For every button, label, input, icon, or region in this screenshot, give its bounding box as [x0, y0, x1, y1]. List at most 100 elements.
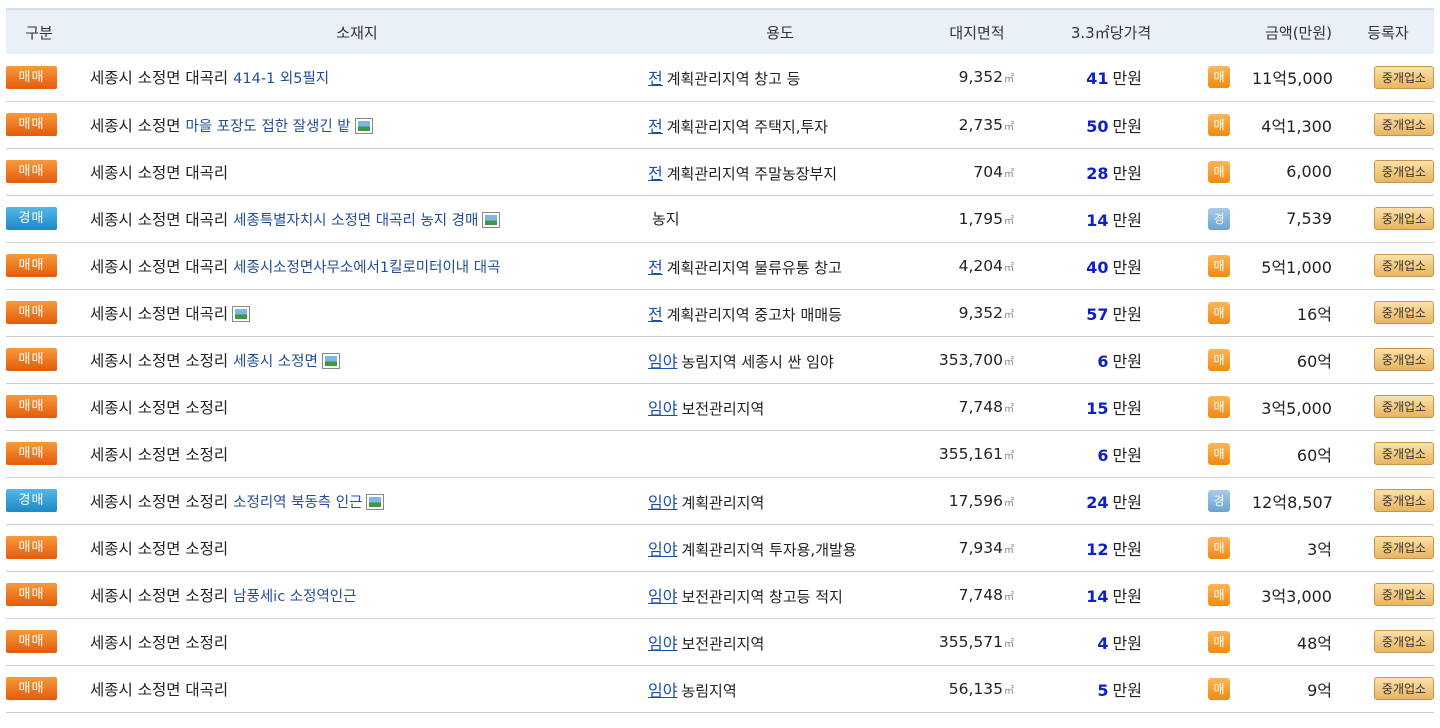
sale-type-badge[interactable]: 매매	[6, 65, 57, 89]
table-row[interactable]: 매매 세종시 소정면 대곡리 전 계획관리지역 주말농장부지 704㎡ 28 만원 매 6,00…	[6, 148, 1434, 195]
location-cell[interactable]: 세종시 소정면 마을 포장도 접한 잘생긴 밭	[72, 101, 642, 148]
location-cell[interactable]: 세종시 소정면 소정리	[72, 524, 642, 571]
location-cell[interactable]: 세종시 소정면 소정리 소정리역 북동측 인근	[72, 477, 642, 524]
broker-badge[interactable]: 중개업소	[1374, 254, 1434, 277]
sale-type-badge[interactable]: 매매	[6, 442, 57, 465]
land-category-link[interactable]: 전	[648, 117, 663, 136]
listing-title-link[interactable]: 소정리역 북동측 인근	[233, 495, 362, 511]
location-cell[interactable]: 세종시 소정면 대곡리	[72, 148, 642, 195]
sale-type-badge[interactable]: 매매	[6, 254, 57, 277]
header-area: 대지면적	[949, 23, 1005, 42]
broker-badge[interactable]: 중개업소	[1374, 348, 1434, 371]
broker-badge[interactable]: 중개업소	[1374, 207, 1434, 230]
table-row[interactable]: 매매 세종시 소정면 소정리 세종시 소정면 임야 농림지역 세종시 싼 임야 353,…	[6, 336, 1434, 383]
sale-type-badge[interactable]: 매매	[6, 583, 57, 606]
location-cell[interactable]: 세종시 소정면 소정리 세종시 소정면	[72, 336, 642, 383]
sale-type-badge[interactable]: 매매	[6, 677, 57, 700]
area-unit: ㎡	[1004, 403, 1014, 415]
broker-badge[interactable]: 중개업소	[1374, 160, 1434, 183]
sale-type-badge[interactable]: 매매	[6, 348, 57, 371]
land-category-link[interactable]: 임야	[648, 587, 677, 606]
photo-icon[interactable]	[482, 211, 501, 228]
sale-type-badge[interactable]: 매매	[6, 630, 57, 653]
land-category-link[interactable]: 임야	[648, 352, 677, 371]
broker-badge[interactable]: 중개업소	[1374, 301, 1434, 324]
sale-type-badge[interactable]: 매매	[6, 113, 57, 136]
land-category-link[interactable]: 임야	[648, 399, 677, 418]
land-category-link[interactable]: 전	[648, 258, 663, 277]
broker-badge[interactable]: 중개업소	[1374, 113, 1434, 136]
table-row[interactable]: 매매 세종시 소정면 소정리 임야 계획관리지역 투자용,개발용 7,934㎡ 12 만원 매…	[6, 524, 1434, 571]
type-cell: 매매	[6, 571, 72, 618]
photo-icon[interactable]	[354, 117, 373, 134]
location-cell[interactable]: 세종시 소정면 대곡리 세종시소정면사무소에서1킬로미터이내 대곡	[72, 242, 642, 289]
land-category-link[interactable]: 전	[648, 305, 663, 324]
location-cell[interactable]: 세종시 소정면 대곡리 세종특별자치시 소정면 대곡리 농지 경매	[72, 195, 642, 242]
sale-type-badge[interactable]: 매매	[6, 536, 57, 559]
listing-title-link[interactable]: 마을 포장도 접한 잘생긴 밭	[185, 119, 350, 135]
location-text: 세종시 소정면 대곡리	[90, 257, 229, 276]
sale-type-badge[interactable]: 매매	[6, 301, 57, 324]
usage-cell: 임야 농림지역 세종시 싼 임야	[642, 336, 918, 383]
table-row[interactable]: 매매 세종시 소정면 소정리 임야 보전관리지역 355,571㎡ 4 만원 매 48억 중개업소	[6, 618, 1434, 665]
area-unit: ㎡	[1004, 121, 1014, 133]
location-cell[interactable]: 세종시 소정면 소정리 남풍세ic 소정역인근	[72, 571, 642, 618]
price-per-cell: 12 만원	[1036, 524, 1186, 571]
photo-icon[interactable]	[232, 305, 251, 322]
broker-badge[interactable]: 중개업소	[1374, 536, 1434, 559]
amount-cell: 60억	[1252, 336, 1342, 383]
table-row[interactable]: 매매 세종시 소정면 대곡리 세종시소정면사무소에서1킬로미터이내 대곡 전 계획관리…	[6, 242, 1434, 289]
sale-type-badge[interactable]: 매매	[6, 160, 57, 183]
land-category-link[interactable]: 임야	[648, 634, 677, 653]
price-per-value: 40	[1086, 257, 1109, 277]
price-per-value: 4	[1097, 633, 1109, 653]
table-row[interactable]: 매매 세종시 소정면 대곡리 임야 농림지역 56,135㎡ 5 만원 매 9억 중개업소	[6, 665, 1434, 712]
table-row[interactable]: 매매 세종시 소정면 소정리 임야 보전관리지역 7,748㎡ 15 만원 매 3억5,000 중…	[6, 383, 1434, 430]
usage-cell: 임야 계획관리지역	[642, 477, 918, 524]
land-category-link[interactable]: 임야	[648, 540, 677, 559]
price-per-cell: 28 만원	[1036, 148, 1186, 195]
table-row[interactable]: 매매 세종시 소정면 소정리 355,161㎡ 6 만원 매 60억 중개업소	[6, 430, 1434, 477]
location-cell[interactable]: 세종시 소정면 소정리	[72, 618, 642, 665]
table-row[interactable]: 매매 세종시 소정면 대곡리 전 계획관리지역 중고차 매매등 9,352㎡ 57 만원 매 1…	[6, 289, 1434, 336]
photo-icon[interactable]	[321, 352, 340, 369]
table-row[interactable]: 경매 세종시 소정면 소정리 소정리역 북동측 인근 임야 계획관리지역 17,596㎡…	[6, 477, 1434, 524]
table-row[interactable]: 매매 세종시 소정면 소정리 남풍세ic 소정역인근 임야 보전관리지역 창고등 적지…	[6, 571, 1434, 618]
listing-title-link[interactable]: 세종특별자치시 소정면 대곡리 농지 경매	[233, 213, 478, 229]
auction-type-badge[interactable]: 경매	[6, 207, 57, 230]
listing-title-link[interactable]: 세종시 소정면	[233, 354, 318, 370]
location-cell[interactable]: 세종시 소정면 소정리	[72, 430, 642, 477]
broker-badge[interactable]: 중개업소	[1374, 677, 1434, 700]
land-category-link[interactable]: 임야	[648, 681, 677, 700]
broker-badge[interactable]: 중개업소	[1374, 65, 1434, 89]
area-unit: ㎡	[1004, 356, 1014, 368]
type-cell: 매매	[6, 148, 72, 195]
location-cell[interactable]: 세종시 소정면 대곡리 414-1 외5필지	[72, 54, 642, 101]
table-row[interactable]: 매매 세종시 소정면 마을 포장도 접한 잘생긴 밭 전 계획관리지역 주택지,투자 2…	[6, 101, 1434, 148]
area-unit: ㎡	[1004, 544, 1014, 556]
listing-title-link[interactable]: 남풍세ic 소정역인근	[233, 589, 356, 605]
location-cell[interactable]: 세종시 소정면 대곡리	[72, 665, 642, 712]
photo-icon[interactable]	[366, 493, 385, 510]
listing-title-link[interactable]: 세종시소정면사무소에서1킬로미터이내 대곡	[233, 260, 500, 276]
location-cell[interactable]: 세종시 소정면 소정리	[72, 383, 642, 430]
broker-badge[interactable]: 중개업소	[1374, 395, 1434, 418]
land-category-link[interactable]: 임야	[648, 493, 677, 512]
usage-cell: 임야 보전관리지역 창고등 적지	[642, 571, 918, 618]
area-unit: ㎡	[1004, 168, 1014, 180]
broker-badge[interactable]: 중개업소	[1374, 583, 1434, 606]
auction-type-badge[interactable]: 경매	[6, 489, 57, 512]
land-category-link[interactable]: 전	[648, 164, 663, 183]
broker-badge[interactable]: 중개업소	[1374, 630, 1434, 653]
location-cell[interactable]: 세종시 소정면 대곡리	[72, 289, 642, 336]
listing-title-link[interactable]: 414-1 외5필지	[233, 71, 329, 87]
broker-badge[interactable]: 중개업소	[1374, 489, 1434, 512]
table-row[interactable]: 경매 세종시 소정면 대곡리 세종특별자치시 소정면 대곡리 농지 경매 농지 1,7…	[6, 195, 1434, 242]
area-unit: ㎡	[1004, 74, 1014, 86]
auction-mark-icon: 경	[1208, 489, 1230, 512]
broker-badge[interactable]: 중개업소	[1374, 442, 1434, 465]
sale-type-badge[interactable]: 매매	[6, 395, 57, 418]
table-row[interactable]: 매매 세종시 소정면 대곡리 414-1 외5필지 전 계획관리지역 창고 등 9,35…	[6, 54, 1434, 101]
price-unit: 만원	[1112, 304, 1142, 324]
land-category-link[interactable]: 전	[648, 69, 663, 88]
